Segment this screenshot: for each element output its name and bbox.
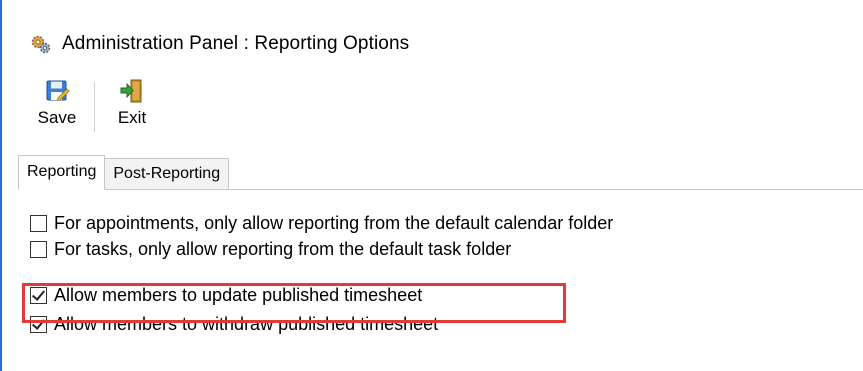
toolbar-separator (94, 82, 95, 132)
checkbox-checked[interactable] (30, 286, 47, 304)
exit-icon (119, 78, 145, 104)
window-left-border (0, 0, 2, 371)
option-label: For tasks, only allow reporting from the… (54, 238, 512, 259)
options-list: For appointments, only allow reporting f… (30, 210, 613, 337)
tab-post-reporting[interactable]: Post-Reporting (104, 158, 230, 190)
checkbox-checked[interactable] (30, 315, 47, 333)
save-button[interactable]: Save (28, 78, 86, 128)
option-label: For appointments, only allow reporting f… (54, 212, 614, 233)
checkbox[interactable] (30, 240, 47, 258)
toolbar: Save Exit (28, 78, 161, 138)
option-tasks-default-folder[interactable]: For tasks, only allow reporting from the… (30, 236, 613, 262)
option-label: Allow members to update published timesh… (54, 284, 423, 305)
save-icon (44, 78, 70, 104)
check-icon (31, 286, 46, 301)
option-allow-update-timesheet[interactable]: Allow members to update published timesh… (30, 282, 613, 308)
tab-strip: Reporting Post-Reporting (18, 155, 230, 190)
option-allow-withdraw-timesheet[interactable]: Allow members to withdraw published time… (30, 311, 613, 337)
check-icon (31, 315, 46, 330)
window-title: Administration Panel : Reporting Options (62, 33, 410, 54)
option-appointments-default-calendar[interactable]: For appointments, only allow reporting f… (30, 210, 613, 236)
option-label: Allow members to withdraw published time… (54, 313, 439, 334)
gears-icon (30, 33, 52, 55)
tab-divider (18, 189, 863, 190)
tab-reporting[interactable]: Reporting (18, 155, 106, 190)
exit-button-label: Exit (117, 108, 147, 127)
exit-button[interactable]: Exit (103, 78, 161, 128)
title-bar: Administration Panel : Reporting Options (30, 28, 409, 60)
checkbox[interactable] (30, 214, 47, 232)
save-button-label: Save (37, 108, 77, 127)
